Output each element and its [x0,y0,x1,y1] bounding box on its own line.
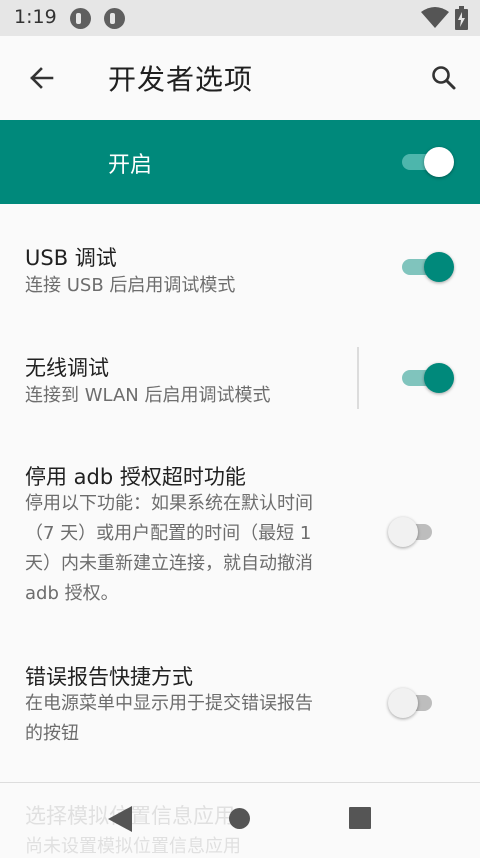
summary-line: 停用以下功能：如果系统在默认时间 [25,493,313,514]
pref-disable-adb-timeout[interactable]: 停用 adb 授权超时功能 停用以下功能：如果系统在默认时间 （7 天）或用户配… [0,428,480,628]
pref-usb-debugging[interactable]: USB 调试 连接 USB 后启用调试模式 [0,204,480,316]
pref-divider [357,347,359,409]
battery-charging-icon [455,6,468,30]
pref-summary: 停用以下功能：如果系统在默认时间 （7 天）或用户配置的时间（最短 1 天）内未… [25,489,365,609]
switch-thumb [424,147,454,177]
pref-title: USB 调试 [25,246,117,270]
nav-back-icon[interactable] [106,804,134,834]
switch-thumb [388,688,418,718]
summary-line: （7 天）或用户配置的时间（最短 1 [25,523,312,544]
app-bar: 开发者选项 [0,36,480,120]
notification-app-icon [70,8,91,29]
arrow-back-icon [30,67,54,89]
pref-wireless-debugging[interactable]: 无线调试 连接到 WLAN 后启用调试模式 [0,316,480,428]
nav-home-icon[interactable] [229,808,250,829]
pref-title: 错误报告快捷方式 [25,665,193,689]
usb-debugging-toggle[interactable] [402,252,454,282]
pref-title: 无线调试 [25,356,109,380]
summary-line: 的按钮 [25,723,79,744]
notification-app-icon-2 [104,8,125,29]
summary-line: 在电源菜单中显示用于提交错误报告 [25,693,313,714]
pref-title: 停用 adb 授权超时功能 [25,465,246,489]
master-switch-label: 开启 [108,153,153,178]
switch-thumb [424,252,454,282]
pref-bug-report-shortcut[interactable]: 错误报告快捷方式 在电源菜单中显示用于提交错误报告 的按钮 [0,628,480,770]
adb-timeout-toggle[interactable] [388,517,444,547]
page-title: 开发者选项 [108,63,254,96]
summary-line: adb 授权。 [25,583,119,604]
nav-recents-icon[interactable] [349,807,371,829]
wifi-icon [421,7,449,28]
back-button[interactable] [22,58,62,98]
developer-options-master-switch-bar[interactable]: 开启 [0,120,480,204]
summary-line: 天）内未重新建立连接，就自动撤消 [25,553,313,574]
switch-thumb [424,363,454,393]
pref-summary: 在电源菜单中显示用于提交错误报告 的按钮 [25,689,365,749]
wireless-debugging-toggle[interactable] [402,363,454,393]
master-toggle[interactable] [402,147,454,177]
pref-summary: 连接 USB 后启用调试模式 [25,275,236,296]
bug-report-shortcut-toggle[interactable] [388,688,444,718]
pref-summary: 连接到 WLAN 后启用调试模式 [25,385,271,406]
status-bar: 1:19 [0,0,480,36]
status-time: 1:19 [14,6,57,28]
switch-thumb [388,517,418,547]
search-icon [432,66,456,90]
search-button[interactable] [424,58,464,98]
